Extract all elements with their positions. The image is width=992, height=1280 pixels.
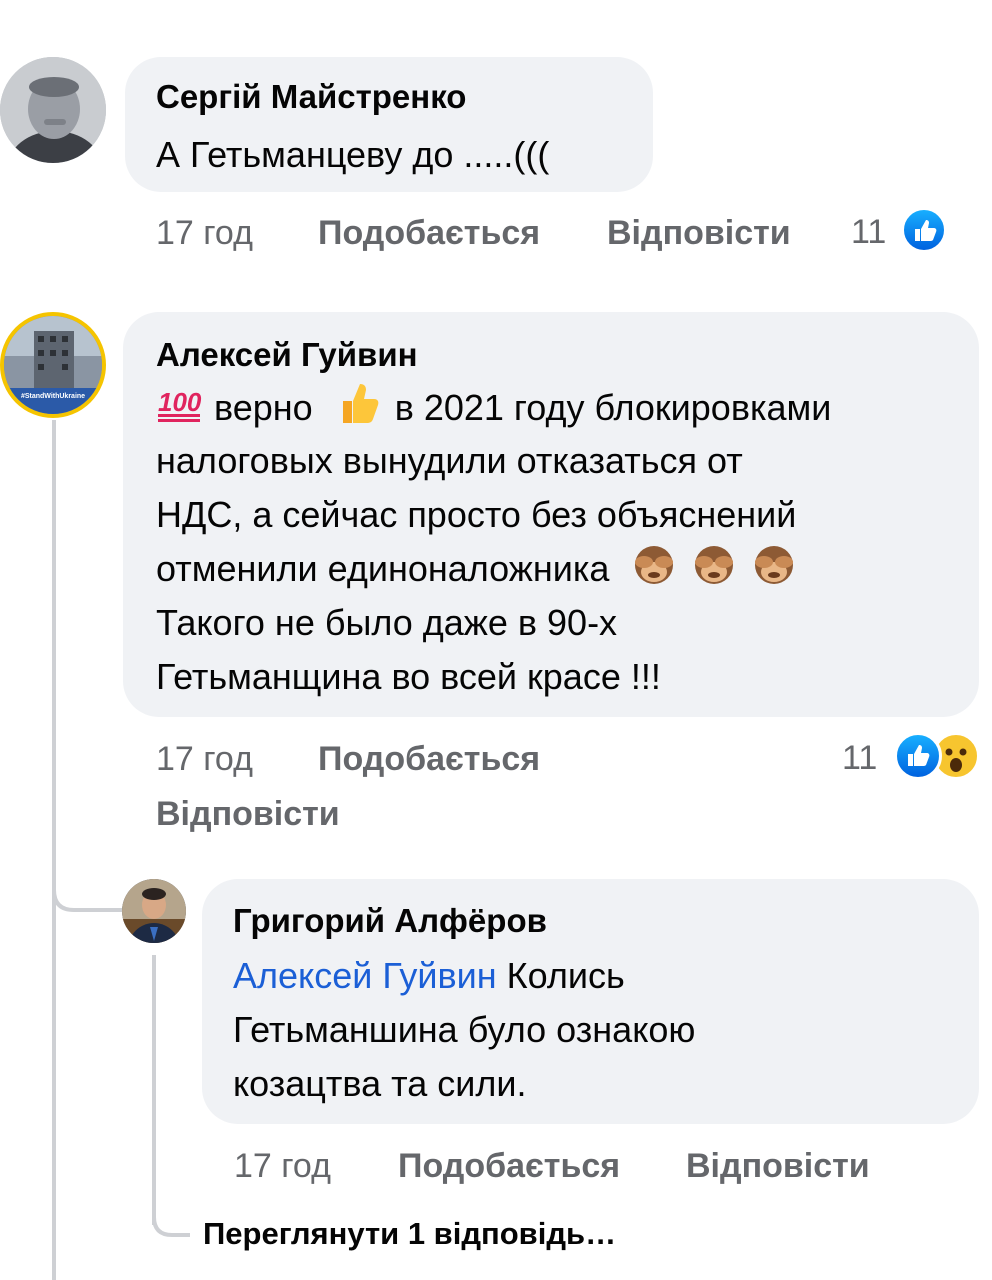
reaction-count[interactable]: 11 xyxy=(842,738,877,778)
comment-text-line-4: отменили единоналожника xyxy=(156,542,797,601)
comment-text-part: отменили единоналожника xyxy=(156,548,610,590)
comment-text: А Гетьманцеву до .....((( xyxy=(156,134,550,175)
like-button[interactable]: Подобається xyxy=(318,213,540,253)
reply-text-line-2: Гетьманшина було ознакою xyxy=(233,1009,696,1050)
thread-line xyxy=(52,420,56,1280)
comment-text-rest: в 2021 году блокировками xyxy=(394,387,832,429)
avatar-serhii[interactable] xyxy=(0,57,106,163)
comment-time[interactable]: 17 год xyxy=(156,739,253,779)
like-icon[interactable] xyxy=(901,207,947,253)
comment-text-line-6: Гетьманщина во всей красе !!! xyxy=(156,656,661,697)
reaction-count[interactable]: 11 xyxy=(851,212,886,252)
comment-author[interactable]: Сергій Майстренко xyxy=(156,77,466,117)
comment-text-line-5: Такого не было даже в 90-х xyxy=(156,602,618,643)
comment-bubble-serhii: Сергій Майстренко А Гетьманцеву до .....… xyxy=(125,57,653,192)
thumbs-up-icon xyxy=(337,379,381,442)
reply-text-line-1: Алексей Гуйвин Колись xyxy=(233,949,625,1003)
view-replies-connector xyxy=(152,1195,190,1237)
reply-button[interactable]: Відповісти xyxy=(607,213,791,253)
svg-text:100: 100 xyxy=(158,387,202,417)
avatar-grigoriy[interactable] xyxy=(122,879,186,943)
comment-text-line-1: 100 верно в 2021 году блокировками xyxy=(156,379,831,442)
reply-text-line-3: козацтва та сили. xyxy=(233,1063,527,1104)
stand-with-ukraine-badge: #StandWithUkraine xyxy=(20,393,86,400)
comment-author[interactable]: Алексей Гуйвин xyxy=(156,335,418,375)
reply-like-button[interactable]: Подобається xyxy=(398,1146,620,1186)
reply-connector xyxy=(52,860,122,912)
reply-button[interactable]: Відповісти xyxy=(156,794,340,834)
reply-bubble: Григорий Алфёров Алексей Гуйвин Колись Г… xyxy=(202,879,979,1124)
reply-author[interactable]: Григорий Алфёров xyxy=(233,901,547,941)
comment-text-word: верно xyxy=(214,387,313,429)
view-replies-link[interactable]: Переглянути 1 відповідь… xyxy=(203,1214,616,1254)
comment-time[interactable]: 17 год xyxy=(156,213,253,253)
like-icon[interactable] xyxy=(894,732,942,780)
see-no-evil-monkey-icon xyxy=(691,542,737,601)
hundred-points-icon: 100 xyxy=(156,383,204,438)
reply-thread-line xyxy=(152,955,156,1225)
mention-link[interactable]: Алексей Гуйвин xyxy=(233,955,497,996)
like-button[interactable]: Подобається xyxy=(318,739,540,779)
see-no-evil-monkey-icon xyxy=(631,542,677,601)
reply-time[interactable]: 17 год xyxy=(234,1146,331,1186)
comment-bubble-alexey: Алексей Гуйвин 100 верно в 2021 году бло… xyxy=(123,312,979,717)
avatar-alexey[interactable]: #StandWithUkraine xyxy=(0,312,106,418)
see-no-evil-monkey-icon xyxy=(751,542,797,601)
comment-text-line-2: налоговых вынудили отказаться от xyxy=(156,440,743,481)
reply-reply-button[interactable]: Відповісти xyxy=(686,1146,870,1186)
comment-text-line-3: НДС, а сейчас просто без объяснений xyxy=(156,494,797,535)
reply-text-part: Колись xyxy=(506,955,625,996)
